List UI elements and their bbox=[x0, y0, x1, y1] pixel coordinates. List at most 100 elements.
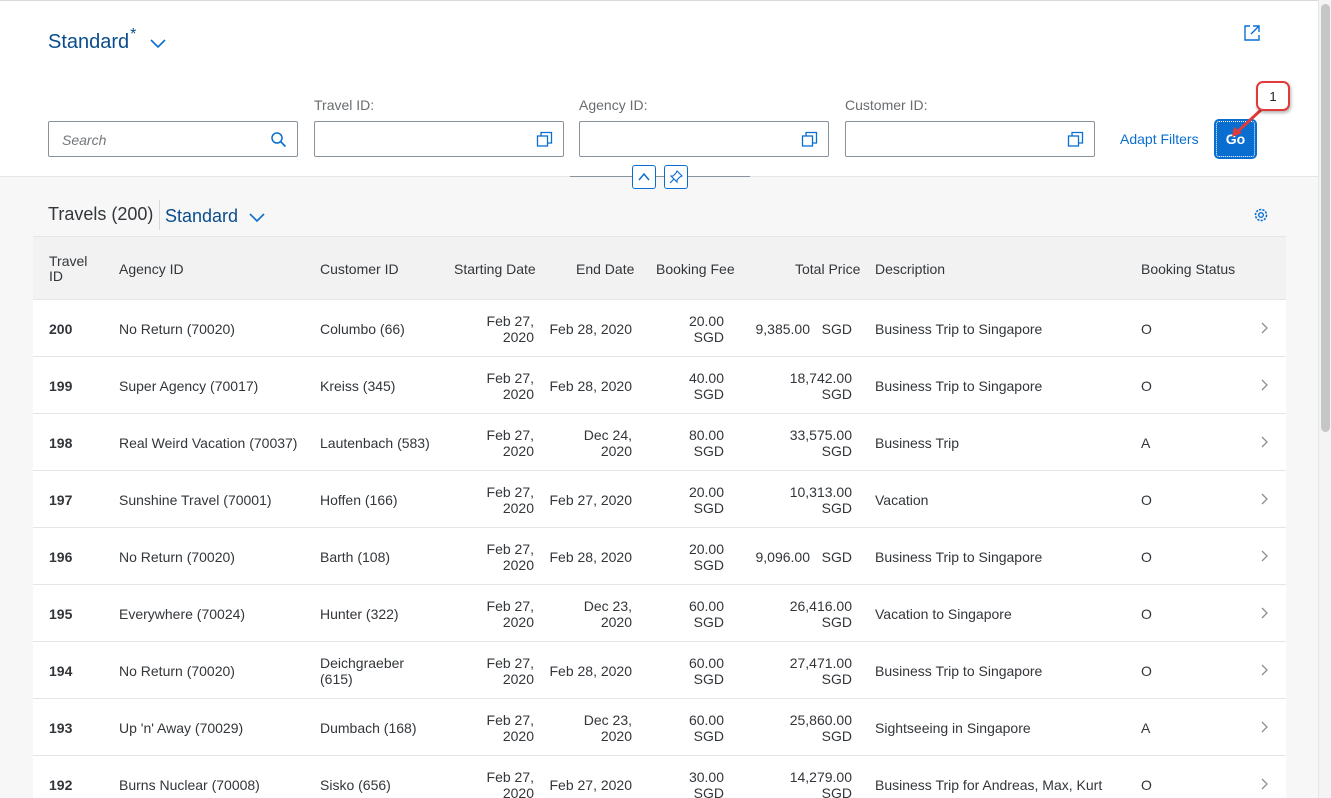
customer-id-field[interactable] bbox=[845, 121, 1095, 157]
cell-end-date-line1: Feb 28, 2020 bbox=[549, 663, 632, 679]
table-row[interactable]: 196 No Return (70020) Barth (108) Feb 27, 20… bbox=[33, 528, 1286, 585]
col-end-date[interactable]: End Date bbox=[576, 261, 634, 277]
col-agency-id[interactable]: Agency ID bbox=[119, 261, 184, 277]
cell-booking-fee: 40.00 SGD bbox=[643, 370, 724, 402]
table-row[interactable]: 200 No Return (70020) Columbo (66) Feb 27, 2… bbox=[33, 300, 1286, 357]
cell-booking-status: O bbox=[1141, 549, 1152, 565]
cell-starting-date-line1: Feb 27, bbox=[486, 370, 534, 386]
cell-end-date: Dec 23, 2020 bbox=[543, 712, 632, 744]
cell-travel-id: 192 bbox=[49, 777, 73, 793]
cell-starting-date-line1: Feb 27, bbox=[486, 484, 534, 500]
table-row[interactable]: 192 Burns Nuclear (70008) Sisko (656) Feb 2… bbox=[33, 756, 1286, 798]
cell-total-price: 10,313.00 SGD bbox=[743, 484, 852, 516]
gear-icon[interactable] bbox=[1252, 206, 1270, 224]
cell-total-price-amount: 9,385.00 SGD bbox=[755, 321, 852, 337]
travel-id-field[interactable] bbox=[314, 121, 564, 157]
cell-end-date-line1: Feb 28, 2020 bbox=[549, 549, 632, 565]
cell-booking-fee-amount: 60.00 bbox=[688, 712, 724, 728]
cell-customer: Dumbach (168) bbox=[320, 720, 417, 736]
col-travel-id[interactable]: Travel ID bbox=[49, 254, 87, 284]
adapt-filters-button[interactable]: Adapt Filters bbox=[1120, 131, 1199, 147]
table-row[interactable]: 195 Everywhere (70024) Hunter (322) Feb 27,… bbox=[33, 585, 1286, 642]
collapse-header-button[interactable] bbox=[632, 165, 656, 189]
chevron-right-icon[interactable] bbox=[1258, 320, 1270, 336]
cell-end-date: Dec 24, 2020 bbox=[543, 427, 632, 459]
cell-end-date: Feb 28, 2020 bbox=[543, 663, 632, 679]
cell-booking-status: O bbox=[1141, 492, 1152, 508]
chevron-right-icon[interactable] bbox=[1258, 662, 1270, 678]
table-row[interactable]: 193 Up 'n' Away (70029) Dumbach (168) Feb 2… bbox=[33, 699, 1286, 756]
cell-starting-date-line2: 2020 bbox=[502, 785, 534, 798]
cell-booking-fee-currency: SGD bbox=[693, 671, 724, 687]
cell-starting-date-line1: Feb 27, bbox=[486, 655, 534, 671]
cell-total-price-amount: 10,313.00 bbox=[789, 484, 852, 500]
share-icon[interactable] bbox=[1242, 23, 1262, 43]
cell-booking-fee-amount: 20.00 bbox=[688, 484, 724, 500]
agency-id-field[interactable] bbox=[579, 121, 829, 157]
table-variant-management[interactable]: Standard bbox=[165, 206, 266, 227]
cell-end-date-line1: Feb 28, 2020 bbox=[549, 378, 632, 394]
table-row[interactable]: 197 Sunshine Travel (70001) Hoffen (166) Fe… bbox=[33, 471, 1286, 528]
cell-description: Sightseeing in Singapore bbox=[875, 720, 1031, 736]
chevron-right-icon[interactable] bbox=[1258, 605, 1270, 621]
cell-booking-status: O bbox=[1141, 777, 1152, 793]
cell-total-price: 14,279.00 SGD bbox=[743, 769, 852, 798]
cell-starting-date: Feb 27, 2020 bbox=[453, 313, 534, 345]
chevron-right-icon[interactable] bbox=[1258, 491, 1270, 507]
col-booking-fee[interactable]: Booking Fee bbox=[656, 261, 735, 277]
cell-booking-fee: 60.00 SGD bbox=[643, 655, 724, 687]
scrollbar-thumb[interactable] bbox=[1321, 4, 1330, 432]
cell-customer: Columbo (66) bbox=[320, 321, 405, 337]
table-row[interactable]: 199 Super Agency (70017) Kreiss (345) Feb 2… bbox=[33, 357, 1286, 414]
value-help-icon[interactable] bbox=[1067, 131, 1084, 148]
cell-total-price: 9,385.00 SGD bbox=[743, 321, 852, 337]
cell-description: Vacation to Singapore bbox=[875, 606, 1012, 622]
cell-total-price: 33,575.00 SGD bbox=[743, 427, 852, 459]
value-help-icon[interactable] bbox=[536, 131, 553, 148]
col-total-price[interactable]: Total Price bbox=[795, 261, 860, 277]
cell-agency: Real Weird Vacation (70037) bbox=[119, 435, 298, 451]
cell-total-price-currency: SGD bbox=[821, 386, 852, 402]
chevron-down-icon[interactable] bbox=[148, 33, 168, 53]
pin-header-button[interactable] bbox=[664, 165, 688, 189]
cell-starting-date: Feb 27, 2020 bbox=[453, 427, 534, 459]
col-travel-id-line2: ID bbox=[49, 268, 63, 284]
search-icon[interactable] bbox=[270, 131, 287, 148]
table-row[interactable]: 194 No Return (70020) Deichgraeber (615) Fe… bbox=[33, 642, 1286, 699]
search-input[interactable]: Search bbox=[48, 121, 298, 157]
col-description[interactable]: Description bbox=[875, 261, 945, 277]
col-booking-status[interactable]: Booking Status bbox=[1141, 261, 1235, 277]
value-help-icon[interactable] bbox=[801, 131, 818, 148]
cell-end-date: Feb 27, 2020 bbox=[543, 777, 632, 793]
cell-travel-id: 196 bbox=[49, 549, 73, 565]
cell-starting-date: Feb 27, 2020 bbox=[453, 598, 534, 630]
table-row[interactable]: 198 Real Weird Vacation (70037) Lautenbach… bbox=[33, 414, 1286, 471]
table-header: Travel ID Agency ID Customer ID Starting… bbox=[33, 236, 1286, 300]
callout-badge: 1 bbox=[1256, 81, 1290, 111]
cell-description: Business Trip to Singapore bbox=[875, 378, 1043, 394]
cell-total-price-amount: 14,279.00 bbox=[789, 769, 852, 785]
chevron-right-icon[interactable] bbox=[1258, 434, 1270, 450]
filter-bar-header: Standard * Search Travel ID: Agency ID: … bbox=[0, 0, 1318, 177]
cell-end-date-line2: 2020 bbox=[600, 443, 632, 459]
variant-management[interactable]: Standard * bbox=[48, 26, 168, 54]
chevron-right-icon[interactable] bbox=[1258, 548, 1270, 564]
cell-travel-id: 200 bbox=[49, 321, 73, 337]
cell-travel-id: 199 bbox=[49, 378, 73, 394]
chevron-right-icon[interactable] bbox=[1258, 776, 1270, 792]
cell-total-price-amount: 18,742.00 bbox=[789, 370, 852, 386]
cell-end-date-line1: Feb 27, 2020 bbox=[549, 492, 632, 508]
customer-id-label: Customer ID: bbox=[845, 97, 928, 113]
col-starting-date[interactable]: Starting Date bbox=[454, 261, 536, 277]
col-customer-id[interactable]: Customer ID bbox=[320, 261, 399, 277]
chevron-right-icon[interactable] bbox=[1258, 719, 1270, 735]
variant-name[interactable]: Standard bbox=[48, 31, 129, 54]
cell-description: Vacation bbox=[875, 492, 929, 508]
table-variant-name[interactable]: Standard bbox=[165, 206, 238, 227]
chevron-right-icon[interactable] bbox=[1258, 377, 1270, 393]
cell-booking-fee-amount: 60.00 bbox=[688, 655, 724, 671]
chevron-down-icon[interactable] bbox=[248, 208, 266, 226]
cell-starting-date-line1: Feb 27, bbox=[486, 598, 534, 614]
cell-total-price-amount: 9,096.00 SGD bbox=[755, 549, 852, 565]
cell-booking-fee-currency: SGD bbox=[693, 443, 724, 459]
